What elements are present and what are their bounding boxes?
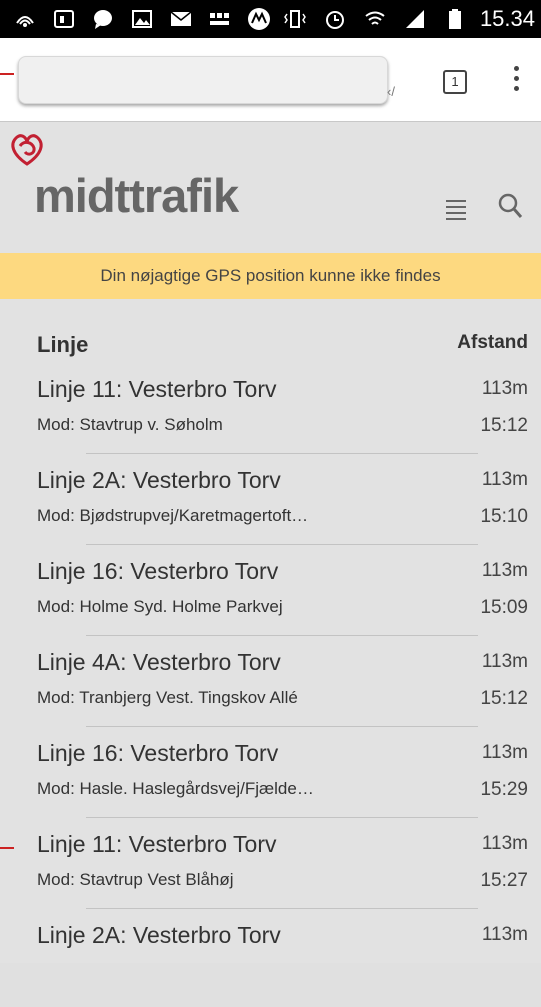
column-header-line: Linje bbox=[37, 332, 89, 357]
gps-warning-banner: Din nøjagtige GPS position kunne ikke fi… bbox=[0, 253, 541, 299]
logo-text[interactable]: midttrafik bbox=[34, 168, 239, 223]
distance: 113m bbox=[481, 924, 528, 945]
distance: 113m bbox=[481, 469, 528, 490]
overflow-menu-button[interactable] bbox=[512, 66, 520, 96]
departure-row[interactable]: Linje 2A: Vesterbro Torv 113m Mod: Bjøds… bbox=[0, 461, 541, 552]
row-divider bbox=[86, 635, 478, 636]
row-divider bbox=[86, 453, 478, 454]
destination: Mod: Hasle. Haslegårdsvej/Fjælde… bbox=[37, 779, 314, 798]
column-header-distance: Afstand bbox=[457, 332, 528, 353]
search-icon[interactable] bbox=[498, 192, 524, 225]
hamburger-menu-icon[interactable] bbox=[446, 200, 466, 224]
row-divider bbox=[86, 544, 478, 545]
departure-time: 15:09 bbox=[480, 597, 528, 618]
line-name: Linje 4A: Vesterbro Torv bbox=[37, 649, 281, 675]
destination: Mod: Stavtrup Vest Blåhøj bbox=[37, 870, 234, 889]
tab-switcher-button[interactable]: 1 bbox=[443, 70, 467, 94]
line-name: Linje 11: Vesterbro Torv bbox=[37, 376, 277, 402]
distance: 113m bbox=[481, 560, 528, 581]
departure-time: 15:10 bbox=[480, 506, 528, 527]
line-name: Linje 16: Vesterbro Torv bbox=[37, 740, 279, 766]
distance: 113m bbox=[481, 378, 528, 399]
departure-time: 15:12 bbox=[480, 688, 528, 709]
battery-icon bbox=[442, 6, 468, 32]
email-icon bbox=[168, 6, 194, 32]
departure-row[interactable]: Linje 4A: Vesterbro Torv 113m Mod: Tranb… bbox=[0, 643, 541, 734]
vibrate-icon bbox=[282, 6, 308, 32]
list-header: Linje Afstand bbox=[37, 332, 528, 362]
destination: Mod: Bjødstrupvej/Karetmagertoft… bbox=[37, 506, 309, 525]
url-bar[interactable] bbox=[18, 56, 388, 104]
departure-time: 15:27 bbox=[480, 870, 528, 891]
departure-time: 15:12 bbox=[480, 415, 528, 436]
midttrafik-heart-logo-icon[interactable] bbox=[8, 132, 46, 173]
status-left-icons bbox=[12, 6, 272, 32]
chat-bubble-icon bbox=[90, 6, 116, 32]
row-divider bbox=[86, 908, 478, 909]
line-name: Linje 11: Vesterbro Torv bbox=[37, 831, 277, 857]
clock: 15.34 bbox=[479, 6, 535, 31]
url-text-tail: ‹/ bbox=[387, 84, 395, 99]
menu-dot bbox=[513, 86, 519, 91]
browser-toolbar: ‹/ 1 bbox=[0, 38, 541, 122]
wifi-icon bbox=[362, 6, 388, 32]
row-divider bbox=[86, 726, 478, 727]
bbc-news-icon bbox=[207, 6, 233, 32]
motorola-icon bbox=[246, 6, 272, 32]
menu-dot bbox=[513, 66, 519, 71]
departure-row[interactable]: Linje 2A: Vesterbro Torv 113m bbox=[0, 916, 541, 1007]
distance: 113m bbox=[481, 651, 528, 672]
menu-dot bbox=[513, 76, 519, 81]
status-bar: 15.34 bbox=[0, 0, 541, 38]
line-name: Linje 16: Vesterbro Torv bbox=[37, 558, 279, 584]
site-page: midttrafik Din nøjagtige GPS position ku… bbox=[0, 122, 541, 963]
departure-row[interactable]: Linje 16: Vesterbro Torv 113m Mod: Hasle… bbox=[0, 734, 541, 825]
line-name: Linje 2A: Vesterbro Torv bbox=[37, 922, 281, 948]
destination: Mod: Holme Syd. Holme Parkvej bbox=[37, 597, 283, 616]
departure-row[interactable]: Linje 16: Vesterbro Torv 113m Mod: Holme… bbox=[0, 552, 541, 643]
signal-icon bbox=[402, 6, 428, 32]
departure-row[interactable]: Linje 11: Vesterbro Torv 113m Mod: Stavt… bbox=[0, 370, 541, 461]
distance: 113m bbox=[481, 833, 528, 854]
destination: Mod: Tranbjerg Vest. Tingskov Allé bbox=[37, 688, 298, 707]
departure-row[interactable]: Linje 11: Vesterbro Torv 113m Mod: Stavt… bbox=[0, 825, 541, 916]
status-right-icons: 15.34 bbox=[282, 6, 535, 32]
screen-icon bbox=[51, 6, 77, 32]
departure-time: 15:29 bbox=[480, 779, 528, 800]
destination: Mod: Stavtrup v. Søholm bbox=[37, 415, 223, 434]
distance: 113m bbox=[481, 742, 528, 763]
gallery-icon bbox=[129, 6, 155, 32]
departure-list: Linje 11: Vesterbro Torv 113m Mod: Stavt… bbox=[0, 370, 541, 1007]
line-name: Linje 2A: Vesterbro Torv bbox=[37, 467, 281, 493]
accent-line bbox=[0, 73, 14, 75]
alarm-icon bbox=[322, 6, 348, 32]
wifi-calling-icon bbox=[12, 6, 38, 32]
row-divider bbox=[86, 817, 478, 818]
